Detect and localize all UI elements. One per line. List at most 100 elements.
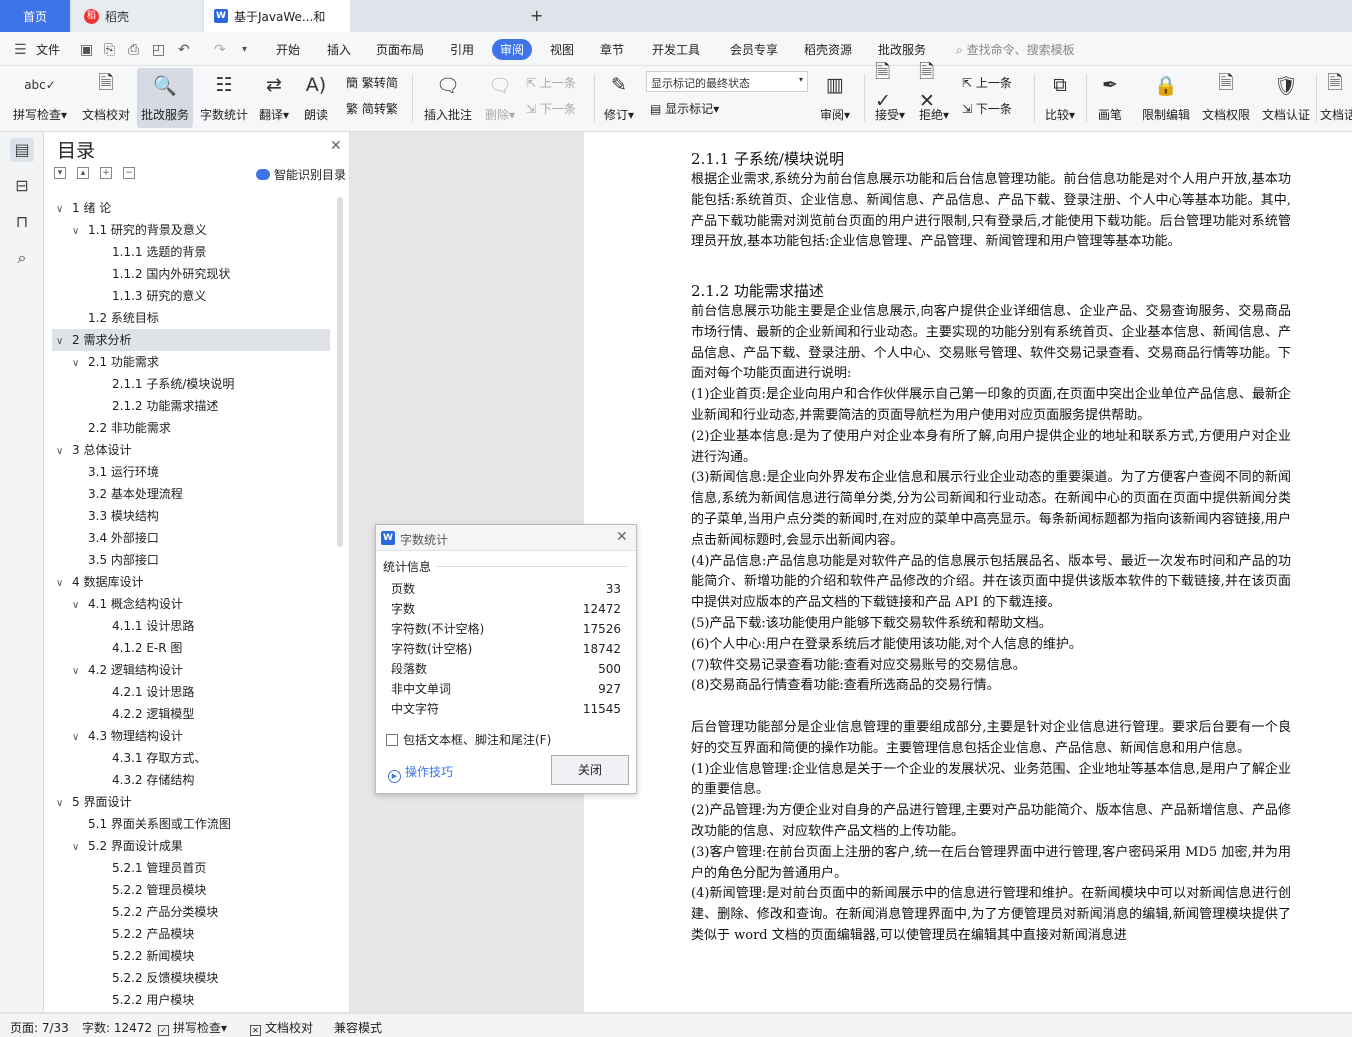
expand-up-icon[interactable]: ▴: [77, 167, 89, 179]
toc-item[interactable]: 4.2.2 逻辑模型: [52, 703, 330, 725]
toc-item[interactable]: ∨ 4.3 物理结构设计: [52, 725, 330, 747]
toc-item[interactable]: 1.2 系统目标: [52, 307, 330, 329]
tab-document[interactable]: W 基于JavaWe...和 +: [204, 0, 543, 32]
document-page[interactable]: 2.1.1 子系统/模块说明 根据企业需求,系统分为前台信息展示功能和后台信息管理…: [584, 132, 1352, 1012]
print-preview-icon[interactable]: ◰: [152, 42, 165, 58]
hamburger-icon[interactable]: ☰: [14, 42, 27, 58]
show-markup-button[interactable]: ▤ 显示标记▾: [650, 100, 719, 117]
toc-item[interactable]: 4.1.2 E-R 图: [52, 637, 330, 659]
more-chevron-icon[interactable]: ▾: [242, 44, 247, 55]
toc-item[interactable]: ∨ 2 需求分析: [52, 329, 330, 351]
menu-chapter[interactable]: 章节: [600, 41, 624, 58]
toc-item[interactable]: ∨ 1.1 研究的背景及意义: [52, 219, 330, 241]
remove-toc-icon[interactable]: −: [123, 167, 135, 179]
toc-item[interactable]: ∨ 4 数据库设计: [52, 571, 330, 593]
collapse-all-icon[interactable]: ▾: [54, 167, 66, 179]
markup-state-select[interactable]: 显示标记的最终状态 ▾: [646, 71, 808, 92]
menu-member[interactable]: 会员专享: [730, 41, 778, 58]
toc-item[interactable]: 3.2 基本处理流程: [52, 483, 330, 505]
toc-item[interactable]: 5.2.2 新闻模块: [52, 945, 330, 967]
menu-review[interactable]: 审阅: [492, 39, 533, 60]
close-icon[interactable]: ✕: [330, 138, 342, 154]
toc-item[interactable]: ∨ 5 界面设计: [52, 791, 330, 813]
close-dialog-button[interactable]: 关闭: [551, 755, 629, 785]
next-comment-button[interactable]: ⇲ 下一条: [526, 100, 576, 117]
track-changes-button[interactable]: ✎ 修订▾: [600, 68, 638, 128]
chevron-down-icon[interactable]: ∨: [56, 793, 68, 815]
doc-permission-button[interactable]: 🗎 文档权限: [1198, 68, 1254, 128]
toc-item[interactable]: ∨ 3 总体设计: [52, 439, 330, 461]
review-pane-button[interactable]: ▥ 审阅▾: [815, 68, 855, 128]
toc-item[interactable]: ∨ 5.2 界面设计成果: [52, 835, 330, 857]
chevron-down-icon[interactable]: ∨: [56, 331, 68, 353]
prev-comment-button[interactable]: ⇱ 上一条: [526, 74, 576, 91]
toc-item[interactable]: 5.2.2 反馈模块模块: [52, 967, 330, 989]
toc-item[interactable]: 1.1.1 选题的背景: [52, 241, 330, 263]
tab-home[interactable]: 首页: [0, 0, 70, 32]
toc-item[interactable]: 1.1.3 研究的意义: [52, 285, 330, 307]
chevron-down-icon[interactable]: ∨: [56, 199, 68, 221]
toc-nav-icon[interactable]: ▤: [10, 138, 34, 162]
tips-link[interactable]: ▶ 操作技巧: [388, 763, 453, 783]
undo-icon[interactable]: ↶: [178, 42, 190, 58]
page-indicator[interactable]: 页面: 7/33: [10, 1019, 69, 1036]
toc-item[interactable]: 5.2.2 用户模块: [52, 989, 330, 1007]
menu-file[interactable]: 文件: [36, 41, 60, 58]
accept-button[interactable]: 🗎✓ 接受▾: [870, 61, 910, 128]
print-icon[interactable]: ⎙: [128, 42, 139, 58]
chevron-down-icon[interactable]: ∨: [72, 661, 84, 683]
toc-item[interactable]: 5.2.2 产品分类模块: [52, 901, 330, 923]
toc-item[interactable]: 3.5 内部接口: [52, 549, 330, 571]
add-toc-icon[interactable]: +: [100, 167, 112, 179]
smart-toc-button[interactable]: 智能识别目录: [256, 166, 346, 183]
toc-item[interactable]: ∨ 4.1 概念结构设计: [52, 593, 330, 615]
pen-button[interactable]: ✒ 画笔: [1092, 68, 1128, 128]
prev-change-button[interactable]: ⇱ 上一条: [962, 74, 1012, 91]
toc-item[interactable]: 4.3.2 存储结构: [52, 769, 330, 791]
include-textbox-checkbox[interactable]: 包括文本框、脚注和尾注(F): [386, 731, 551, 748]
restrict-edit-button[interactable]: 🔒 限制编辑: [1138, 68, 1194, 128]
chevron-down-icon[interactable]: ∨: [56, 573, 68, 595]
word-count-button[interactable]: ☷ 字数统计: [196, 68, 252, 128]
reject-button[interactable]: 🗎✕ 拒绝▾: [914, 61, 954, 128]
menu-daoke[interactable]: 稻壳资源: [804, 41, 852, 58]
menu-insert[interactable]: 插入: [327, 41, 351, 58]
simp-to-trad-button[interactable]: 繁 简转繁: [346, 100, 398, 117]
chevron-down-icon[interactable]: ∨: [72, 353, 84, 375]
menu-developer[interactable]: 开发工具: [652, 41, 700, 58]
toc-item[interactable]: 3.1 运行环境: [52, 461, 330, 483]
menu-layout[interactable]: 页面布局: [376, 41, 424, 58]
chevron-down-icon[interactable]: ∨: [72, 837, 84, 859]
close-icon[interactable]: ✕: [616, 529, 628, 545]
chapter-nav-icon[interactable]: ⊟: [10, 174, 34, 198]
toc-item[interactable]: 5.2.2 管理员模块: [52, 879, 330, 901]
new-tab-icon[interactable]: +: [530, 6, 543, 25]
dialog-header[interactable]: W 字数统计 ✕: [376, 525, 636, 551]
document-body[interactable]: 2.1.1 子系统/模块说明 根据企业需求,系统分为前台信息展示功能和后台信息管理…: [691, 142, 1291, 947]
toc-item[interactable]: ∨ 2.1 功能需求: [52, 351, 330, 373]
chevron-down-icon[interactable]: ∨: [72, 727, 84, 749]
toc-scrollbar[interactable]: [337, 197, 343, 547]
menu-grading[interactable]: 批改服务: [878, 41, 926, 58]
toc-item[interactable]: 1.1.2 国内外研究现状: [52, 263, 330, 285]
chevron-down-icon[interactable]: ∨: [72, 221, 84, 243]
toc-item[interactable]: ∨ 1 绪 论: [52, 197, 330, 219]
menu-start[interactable]: 开始: [276, 41, 300, 58]
toc-item[interactable]: 3.3 模块结构: [52, 505, 330, 527]
doc-more-button[interactable]: 🗎 文档话: [1320, 68, 1352, 128]
command-search[interactable]: ⌕ 查找命令、搜索模板: [956, 41, 1075, 58]
delete-comment-button[interactable]: 🗨 删除▾: [480, 68, 520, 128]
word-count-indicator[interactable]: 字数: 12472: [82, 1019, 152, 1036]
export-pdf-icon[interactable]: ⎘: [104, 42, 115, 58]
next-change-button[interactable]: ⇲ 下一条: [962, 100, 1012, 117]
menu-view[interactable]: 视图: [550, 41, 574, 58]
compare-button[interactable]: ⧉ 比较▾: [1040, 68, 1080, 128]
toc-item[interactable]: 2.2 非功能需求: [52, 417, 330, 439]
translate-button[interactable]: ⇄ 翻译▾: [254, 68, 294, 128]
spell-check-button[interactable]: abc✓ 拼写检查▾: [8, 68, 72, 128]
tab-daoke[interactable]: 稻稻壳: [72, 0, 202, 32]
search-icon[interactable]: ⌕: [10, 246, 34, 270]
spell-check-status[interactable]: ✓ 拼写检查▾: [158, 1019, 227, 1036]
toc-item[interactable]: 5.2.1 管理员首页: [52, 857, 330, 879]
toc-item[interactable]: 4.1.1 设计思路: [52, 615, 330, 637]
